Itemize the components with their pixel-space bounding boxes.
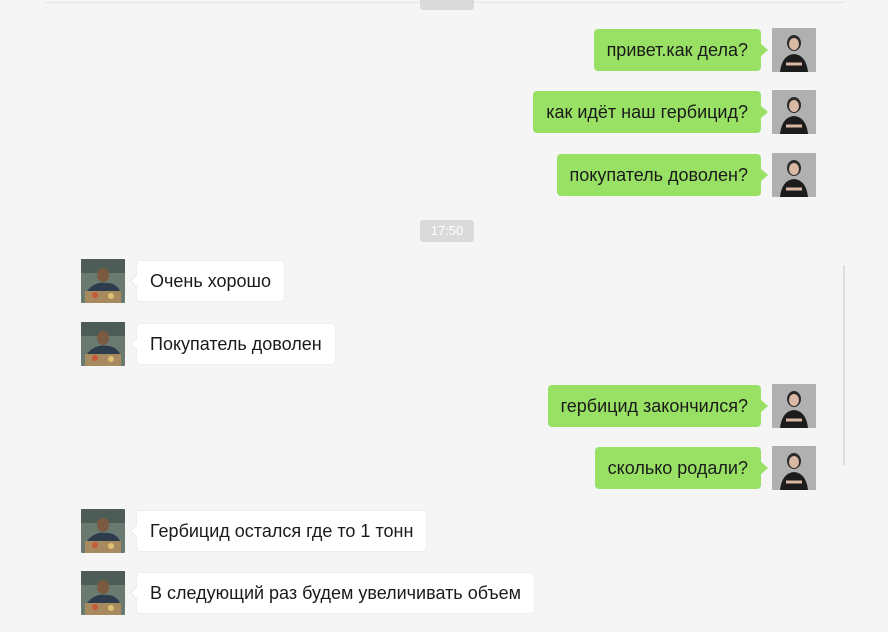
message-bubble-sent[interactable]: покупатель доволен? [556,154,768,196]
message-row-received: Покупатель доволен [81,322,356,366]
message-bubble-sent[interactable]: гербицид закончился? [547,385,769,427]
contact-avatar-icon[interactable] [81,259,125,303]
timestamp-partial [420,0,474,10]
user-avatar-icon[interactable] [772,153,816,197]
contact-avatar-icon[interactable] [81,571,125,615]
message-row-received: В следующий раз будем увеличивать объем [81,571,561,615]
user-avatar-icon[interactable] [772,446,816,490]
message-bubble-received[interactable]: В следующий раз будем увеличивать объем [128,572,536,614]
user-avatar-icon[interactable] [772,28,816,72]
message-bubble-received[interactable]: Гербицид остался где то 1 тонн [128,510,428,552]
message-row-sent: привет.как дела? [583,28,816,72]
contact-avatar-icon[interactable] [81,509,125,553]
message-row-received: Очень хорошо [81,259,301,303]
user-avatar-icon[interactable] [772,90,816,134]
contact-avatar-icon[interactable] [81,322,125,366]
message-bubble-sent[interactable]: сколько родали? [594,447,769,489]
message-row-sent: гербицид закончился? [528,384,816,428]
message-row-sent: сколько родали? [580,446,816,490]
scrollbar[interactable] [843,265,845,465]
message-row-sent: как идёт наш гербицид? [516,90,816,134]
message-bubble-received[interactable]: Покупатель доволен [129,323,336,365]
user-avatar-icon[interactable] [772,384,816,428]
message-bubble-received[interactable]: Очень хорошо [129,260,285,302]
timestamp: 17:50 [420,220,474,242]
message-bubble-sent[interactable]: как идёт наш гербицид? [533,91,768,133]
message-row-sent: покупатель доволен? [542,153,816,197]
message-bubble-sent[interactable]: привет.как дела? [593,29,769,71]
message-row-received: Гербицид остался где то 1 тонн [81,509,446,553]
chat-message-list[interactable]: привет.как дела? как идёт наш гербицид? … [0,0,888,632]
